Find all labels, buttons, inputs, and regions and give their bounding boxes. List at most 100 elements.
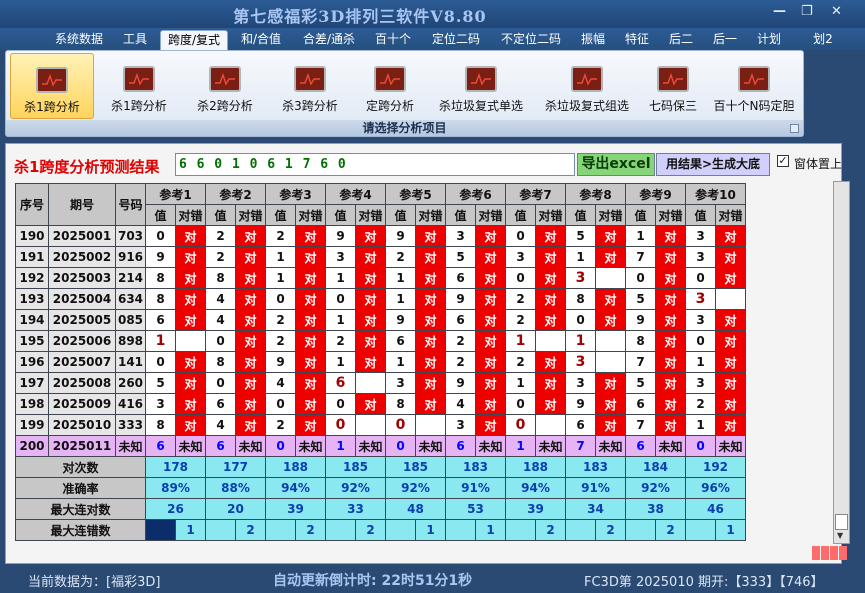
ref-value: 1 xyxy=(685,414,716,436)
check-unknown: 未知 xyxy=(475,435,506,457)
dialog-launcher-icon[interactable] xyxy=(790,124,799,133)
menu-diff[interactable]: 合差/通杀 xyxy=(297,30,361,50)
ref-value: 6 xyxy=(565,414,596,436)
ref-value: 2 xyxy=(205,225,236,247)
ribbon-kill3-span[interactable]: 杀3跨分析 xyxy=(269,53,351,119)
minimize-icon[interactable]: — xyxy=(773,4,786,19)
stat-value: 39 xyxy=(265,498,326,520)
check-correct: 对 xyxy=(595,309,626,331)
table-row[interactable]: 196 2025007 141 0 对 8 对 9 对 1 对 1 对 2 对 2 对 3 7 对 1 对 xyxy=(15,351,746,373)
progress-strip xyxy=(812,546,850,560)
col-header-check: 对错 xyxy=(535,204,566,226)
menu-last1[interactable]: 后一 xyxy=(708,30,742,50)
ref-value: 0 xyxy=(505,414,536,436)
table-row[interactable]: 191 2025002 916 9 对 2 对 1 对 3 对 2 对 5 对 3 对 1 对 7 对 3 对 xyxy=(15,246,746,268)
check-correct: 对 xyxy=(655,351,686,373)
topmost-checkbox[interactable]: ✓ xyxy=(777,155,789,167)
table-row[interactable]: 197 2025008 260 5 对 0 对 4 对 6 3 对 9 对 1 对 3 对 5 对 3 对 xyxy=(15,372,746,394)
table-row[interactable]: 199 2025010 333 8 对 4 对 2 对 0 0 3 对 0 6 对 7 对 1 对 xyxy=(15,414,746,436)
check-correct: 对 xyxy=(175,267,206,289)
stat-value: 177 xyxy=(205,456,266,478)
prediction-result-field[interactable]: 6 6 0 1 0 6 1 7 6 0 xyxy=(175,153,575,176)
table-row[interactable]: 190 2025001 703 0 对 2 对 2 对 9 对 9 对 3 对 0 对 5 对 1 对 3 对 xyxy=(15,225,746,247)
ref-value: 9 xyxy=(145,246,176,268)
ref-value: 3 xyxy=(685,225,716,247)
ref-value: 8 xyxy=(145,288,176,310)
stat-value: 185 xyxy=(385,456,446,478)
ribbon-kill-junk-single[interactable]: 杀垃圾复式单选 xyxy=(430,53,532,119)
col-header-value: 值 xyxy=(205,204,236,226)
ref-value: 9 xyxy=(385,225,416,247)
check-correct: 对 xyxy=(595,414,626,436)
ref-value: 6 xyxy=(445,435,476,457)
ref-value: 1 xyxy=(385,267,416,289)
menu-tools[interactable]: 工具 xyxy=(117,30,153,50)
col-header-check: 对错 xyxy=(355,204,386,226)
menu-amplitude[interactable]: 振幅 xyxy=(576,30,610,50)
stat-value: 2 xyxy=(655,519,686,541)
vertical-scrollbar[interactable]: ▼ xyxy=(833,181,850,544)
stat-row: 最大连对数 26 20 39 33 48 53 39 34 38 46 xyxy=(15,498,746,520)
table-row[interactable]: 192 2025003 214 8 对 8 对 1 对 1 对 1 对 6 对 0 对 3 0 对 0 对 xyxy=(15,267,746,289)
scrollbar-thumb[interactable] xyxy=(835,514,848,530)
ribbon-kill2-span[interactable]: 杀2跨分析 xyxy=(184,53,266,119)
ref-value: 9 xyxy=(265,351,296,373)
ribbon-kill1-span[interactable]: 杀1跨分析 xyxy=(98,53,180,119)
stat-swatch xyxy=(625,519,656,541)
ref-value: 3 xyxy=(685,372,716,394)
ribbon-button-label: 七码保三 xyxy=(648,99,697,113)
ribbon-seven-code[interactable]: 七码保三 xyxy=(642,53,704,119)
ref-value: 6 xyxy=(145,309,176,331)
check-empty xyxy=(715,288,746,310)
menu-plan[interactable]: 计划 xyxy=(752,30,786,50)
ref-value: 1 xyxy=(325,435,356,457)
col-header-ref: 参考7 xyxy=(505,183,566,205)
ref-value: 4 xyxy=(265,372,296,394)
stat-value: 1 xyxy=(415,519,446,541)
check-correct: 对 xyxy=(475,330,506,352)
restore-icon[interactable]: ❐ xyxy=(801,4,813,19)
menu-position2[interactable]: 定位二码 xyxy=(428,30,484,50)
export-excel-button[interactable]: 导出excel xyxy=(577,153,655,176)
menu-system-data[interactable]: 系统数据 xyxy=(50,30,108,50)
row-period: 2025008 xyxy=(48,372,116,394)
stat-value: 192 xyxy=(685,456,746,478)
ribbon-fixed-span[interactable]: 定跨分析 xyxy=(354,53,426,119)
ref-value: 2 xyxy=(505,351,536,373)
stat-label: 最大连对数 xyxy=(15,498,146,520)
close-icon[interactable]: ✕ xyxy=(831,4,842,19)
menu-last2[interactable]: 后二 xyxy=(664,30,698,50)
check-correct: 对 xyxy=(355,225,386,247)
table-row[interactable]: 194 2025005 085 6 对 4 对 2 对 1 对 9 对 6 对 2 对 0 对 9 对 3 对 xyxy=(15,309,746,331)
check-empty xyxy=(535,414,566,436)
menu-feature[interactable]: 特征 xyxy=(620,30,654,50)
ref-value: 2 xyxy=(385,246,416,268)
col-header-value: 值 xyxy=(685,204,716,226)
menu-span-compound[interactable]: 跨度/复式 xyxy=(160,30,228,50)
stat-row: 最大连错数 1 2 2 2 1 1 2 2 2 1 xyxy=(15,519,746,541)
row-period: 2025003 xyxy=(48,267,116,289)
menu-sum[interactable]: 和/合值 xyxy=(236,30,286,50)
check-correct: 对 xyxy=(235,246,266,268)
table-row[interactable]: 195 2025006 898 1 0 对 2 对 2 对 6 对 2 对 1 1 8 对 0 对 xyxy=(15,330,746,352)
menu-nonposition2[interactable]: 不定位二码 xyxy=(496,30,566,50)
menu-plan2[interactable]: 划2 xyxy=(806,30,840,50)
scroll-down-icon[interactable]: ▼ xyxy=(837,531,843,540)
stat-value: 188 xyxy=(265,456,326,478)
stat-value: 92% xyxy=(325,477,386,499)
ribbon-kill-junk-group[interactable]: 杀垃圾复式组选 xyxy=(536,53,638,119)
table-row[interactable]: 193 2025004 634 8 对 4 对 0 对 0 对 1 对 9 对 2 对 8 对 5 对 3 xyxy=(15,288,746,310)
ribbon-kill1-span-selected[interactable]: 杀1跨分析 xyxy=(10,53,94,119)
check-correct: 对 xyxy=(475,351,506,373)
col-header-period: 期号 xyxy=(48,183,116,226)
generate-base-button[interactable]: 用结果>生成大底 xyxy=(656,153,770,176)
check-correct: 对 xyxy=(235,267,266,289)
ref-value: 7 xyxy=(625,246,656,268)
future-row[interactable]: 200 2025011 未知 6 未知 6 未知 0 未知 1 未知 0 未知 6 未知 1 未知 7 未知 6 未知 0… xyxy=(15,435,746,457)
check-correct: 对 xyxy=(355,351,386,373)
table-row[interactable]: 198 2025009 416 3 对 6 对 0 对 0 对 8 对 4 对 0 对 9 对 6 对 2 对 xyxy=(15,393,746,415)
ribbon-button-label: 杀垃圾复式单选 xyxy=(438,99,523,113)
check-correct: 对 xyxy=(175,393,206,415)
menu-hundreds[interactable]: 百十个 xyxy=(370,30,416,50)
ribbon-n-code-anchor[interactable]: 百十个N码定胆 xyxy=(708,53,800,119)
